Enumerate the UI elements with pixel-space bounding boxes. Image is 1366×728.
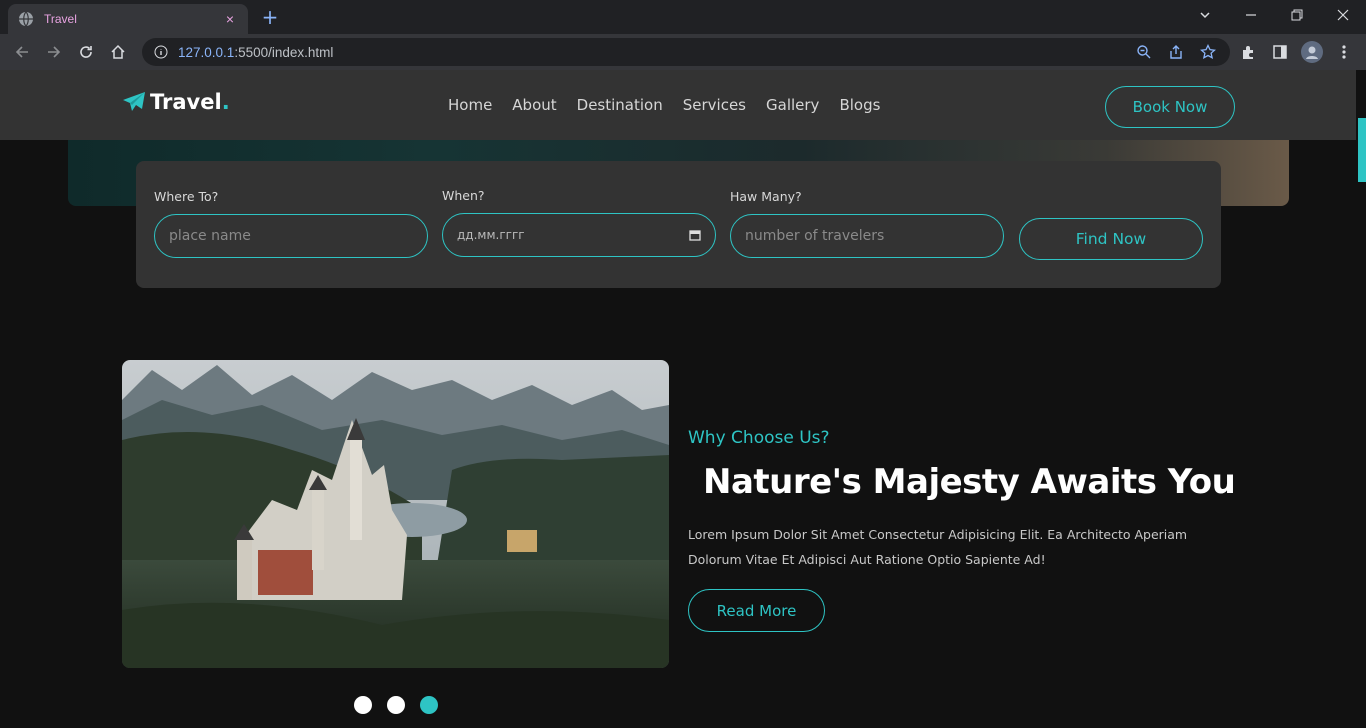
- star-icon[interactable]: [1200, 44, 1216, 60]
- reload-icon[interactable]: [74, 40, 98, 64]
- search-form: Where To? place name When? дд.мм.гггг Ha…: [136, 161, 1221, 288]
- share-icon[interactable]: [1168, 44, 1184, 60]
- logo-text: Travel: [150, 90, 222, 114]
- site-logo[interactable]: Travel.: [122, 90, 230, 114]
- home-icon[interactable]: [106, 40, 130, 64]
- find-now-button[interactable]: Find Now: [1019, 218, 1203, 260]
- main-nav: Home About Destination Services Gallery …: [448, 96, 880, 114]
- nav-link-blogs[interactable]: Blogs: [839, 96, 880, 114]
- logo-dot: .: [221, 90, 230, 114]
- sidepanel-icon[interactable]: [1270, 42, 1290, 62]
- address-bar[interactable]: 127.0.0.1:5500/index.html: [142, 38, 1230, 66]
- nav-link-gallery[interactable]: Gallery: [766, 96, 819, 114]
- nav-link-home[interactable]: Home: [448, 96, 492, 114]
- close-window-icon[interactable]: [1320, 0, 1366, 30]
- restore-icon[interactable]: [1274, 0, 1320, 30]
- when-date-input[interactable]: дд.мм.гггг: [442, 213, 716, 257]
- back-icon[interactable]: [10, 40, 34, 64]
- section-eyebrow: Why Choose Us?: [688, 428, 830, 448]
- slider-dot-2[interactable]: [387, 696, 405, 714]
- forward-icon[interactable]: [42, 40, 66, 64]
- section-body: Lorem Ipsum Dolor Sit Amet Consectetur A…: [688, 527, 1188, 567]
- where-label: Where To?: [154, 189, 219, 204]
- many-field-group: Haw Many? number of travelers: [730, 189, 1004, 258]
- when-label: When?: [442, 188, 485, 203]
- info-icon[interactable]: [154, 45, 168, 59]
- date-placeholder: дд.мм.гггг: [457, 228, 525, 242]
- slider-dot-1[interactable]: [354, 696, 372, 714]
- tab-search-icon[interactable]: [1182, 0, 1228, 30]
- book-now-button[interactable]: Book Now: [1105, 86, 1235, 128]
- browser-tab[interactable]: Travel ×: [8, 4, 248, 34]
- slider-dot-3[interactable]: [420, 696, 438, 714]
- calendar-icon[interactable]: [689, 229, 701, 241]
- where-input[interactable]: place name: [154, 214, 428, 258]
- page-scrollbar[interactable]: [1356, 70, 1366, 728]
- browser-toolbar: 127.0.0.1:5500/index.html: [0, 34, 1366, 70]
- tab-close-icon[interactable]: ×: [222, 11, 238, 27]
- browser-tab-bar: Travel × +: [0, 0, 1366, 34]
- when-field-group: When? дд.мм.гггг: [442, 188, 716, 257]
- globe-icon: [19, 11, 33, 27]
- nav-link-services[interactable]: Services: [683, 96, 746, 114]
- travelers-input[interactable]: number of travelers: [730, 214, 1004, 258]
- many-label: Haw Many?: [730, 189, 802, 204]
- url-text[interactable]: 127.0.0.1:5500/index.html: [178, 45, 333, 60]
- castle-photo: [122, 360, 669, 668]
- slider-dots: [354, 696, 438, 714]
- site-header: Travel. Home About Destination Services …: [0, 70, 1356, 140]
- new-tab-button[interactable]: +: [258, 6, 282, 28]
- section-headline: Nature's Majesty Awaits You: [703, 462, 1236, 502]
- nav-link-destination[interactable]: Destination: [577, 96, 663, 114]
- extensions-icon[interactable]: [1238, 42, 1258, 62]
- tab-title: Travel: [44, 12, 77, 26]
- zoom-icon[interactable]: [1136, 44, 1152, 60]
- nav-link-about[interactable]: About: [512, 96, 556, 114]
- menu-icon[interactable]: [1334, 42, 1354, 62]
- profile-icon[interactable]: [1301, 41, 1323, 63]
- minimize-icon[interactable]: [1228, 0, 1274, 30]
- page-viewport: Travel. Home About Destination Services …: [0, 70, 1366, 728]
- read-more-button[interactable]: Read More: [688, 589, 825, 632]
- scrollbar-thumb[interactable]: [1358, 118, 1366, 182]
- where-field-group: Where To? place name: [154, 189, 428, 258]
- paper-plane-icon: [123, 92, 145, 111]
